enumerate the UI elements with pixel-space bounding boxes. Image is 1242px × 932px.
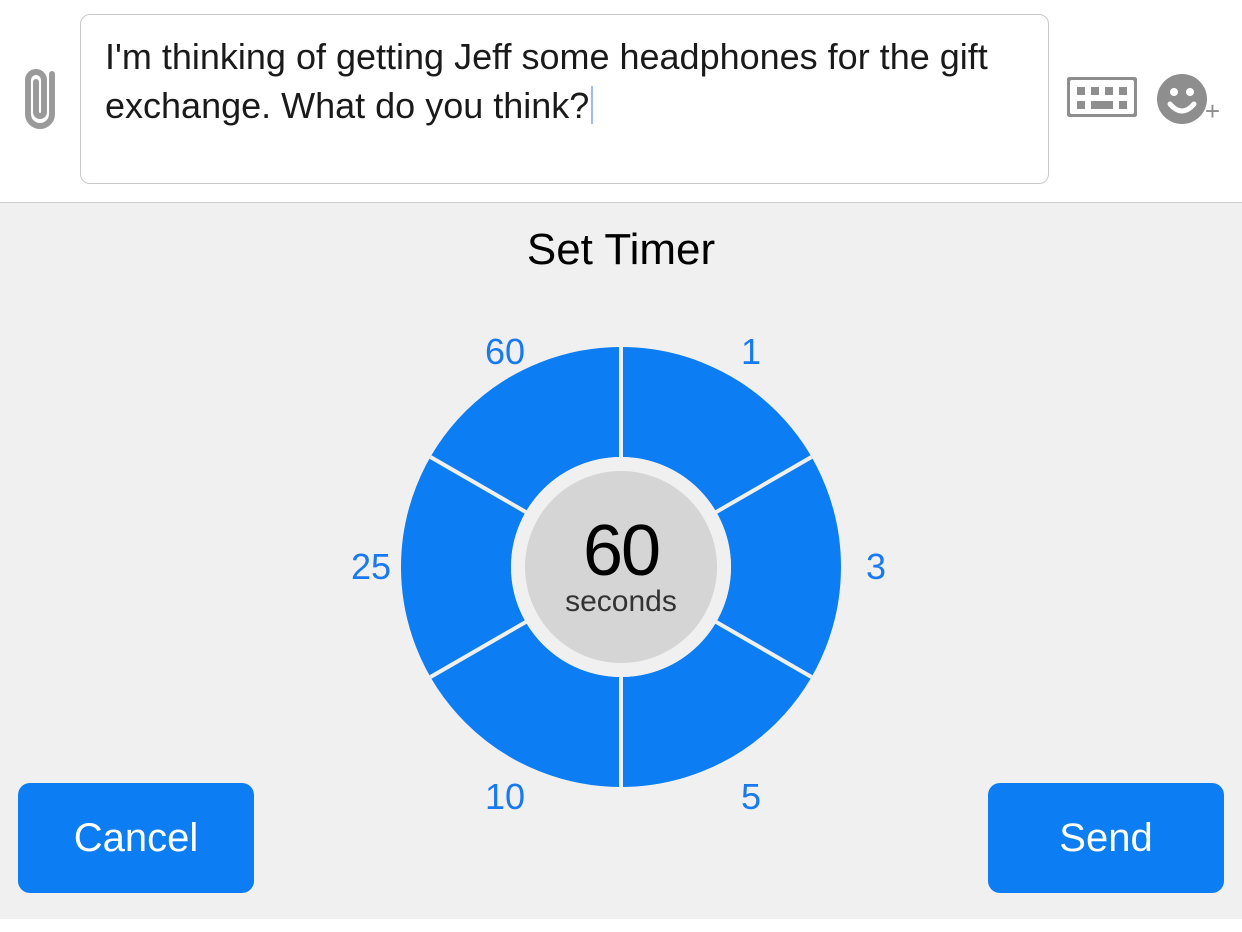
tick-60[interactable]: 60 (485, 331, 525, 373)
plus-icon: + (1205, 96, 1220, 127)
timer-unit: seconds (565, 585, 677, 619)
dial-center: 60 seconds (525, 471, 717, 663)
keyboard-icon[interactable] (1067, 77, 1137, 122)
message-text: I'm thinking of getting Jeff some headph… (105, 36, 988, 126)
message-input[interactable]: I'm thinking of getting Jeff some headph… (80, 14, 1049, 184)
tick-1[interactable]: 1 (741, 331, 761, 373)
tick-25[interactable]: 25 (351, 546, 391, 588)
emoji-add-icon[interactable]: + (1155, 72, 1220, 127)
compose-bar: I'm thinking of getting Jeff some headph… (0, 0, 1242, 203)
timer-dial[interactable]: 60 seconds 60 1 3 5 10 25 (321, 267, 921, 867)
timer-value: 60 (583, 515, 659, 587)
paperclip-icon[interactable] (22, 60, 62, 139)
tick-3[interactable]: 3 (866, 546, 886, 588)
text-cursor (591, 86, 593, 124)
set-timer-panel: Set Timer 60 seconds 60 1 3 5 10 25 (0, 203, 1242, 919)
tick-10[interactable]: 10 (485, 776, 525, 818)
send-button[interactable]: Send (988, 783, 1224, 893)
cancel-button[interactable]: Cancel (18, 783, 254, 893)
tick-5[interactable]: 5 (741, 776, 761, 818)
